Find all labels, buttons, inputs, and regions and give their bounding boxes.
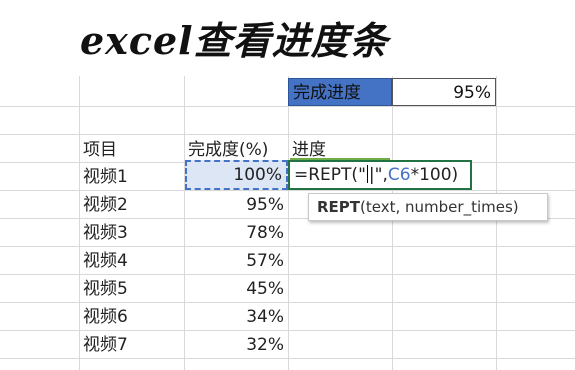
- row-percent[interactable]: 95%: [185, 193, 288, 217]
- row-name[interactable]: 视频1: [83, 165, 183, 189]
- gridline: [0, 134, 575, 135]
- row-name[interactable]: 视频4: [83, 249, 183, 273]
- formula-edit-cell[interactable]: =REPT(" |",C6*100): [288, 160, 472, 190]
- text-caret: [366, 165, 368, 183]
- summary-label-cell[interactable]: 完成进度: [288, 78, 392, 106]
- row-percent[interactable]: 57%: [185, 249, 288, 273]
- formula-cell-reference[interactable]: C6: [388, 165, 411, 185]
- formula-text: =REPT(" |",C6*100): [294, 165, 458, 185]
- row-percent[interactable]: 34%: [185, 305, 288, 329]
- gridline: [0, 330, 575, 331]
- formula-quote-close: ",: [374, 165, 388, 185]
- row-percent[interactable]: 32%: [185, 333, 288, 357]
- gridline: [0, 274, 575, 275]
- title-banner: excel查看进度条: [0, 0, 575, 76]
- row-name[interactable]: 视频7: [83, 333, 183, 357]
- formula-suffix: *100): [410, 165, 459, 185]
- function-tooltip: REPT(text, number_times): [308, 193, 548, 221]
- selected-percent-cell[interactable]: 100%: [185, 160, 288, 190]
- header-percent[interactable]: 完成度(%): [188, 138, 288, 162]
- row-name[interactable]: 视频6: [83, 305, 183, 329]
- page-title: excel查看进度条: [80, 18, 389, 63]
- row-name[interactable]: 视频2: [83, 193, 183, 217]
- gridline: [0, 358, 575, 359]
- gridline: [0, 246, 575, 247]
- gridline: [0, 302, 575, 303]
- row-name[interactable]: 视频3: [83, 221, 183, 245]
- tooltip-function-name[interactable]: REPT: [317, 198, 360, 216]
- formula-prefix: =REPT(: [294, 165, 359, 185]
- row-name[interactable]: 视频5: [83, 277, 183, 301]
- row-percent: 100%: [233, 165, 282, 185]
- formula-quote-open: ": [358, 165, 366, 185]
- row-percent[interactable]: 45%: [185, 277, 288, 301]
- gridline: [0, 190, 575, 191]
- tooltip-arguments: (text, number_times): [360, 198, 519, 216]
- summary-value-cell[interactable]: 95%: [392, 78, 496, 106]
- row-percent[interactable]: 78%: [185, 221, 288, 245]
- header-item[interactable]: 项目: [83, 138, 183, 162]
